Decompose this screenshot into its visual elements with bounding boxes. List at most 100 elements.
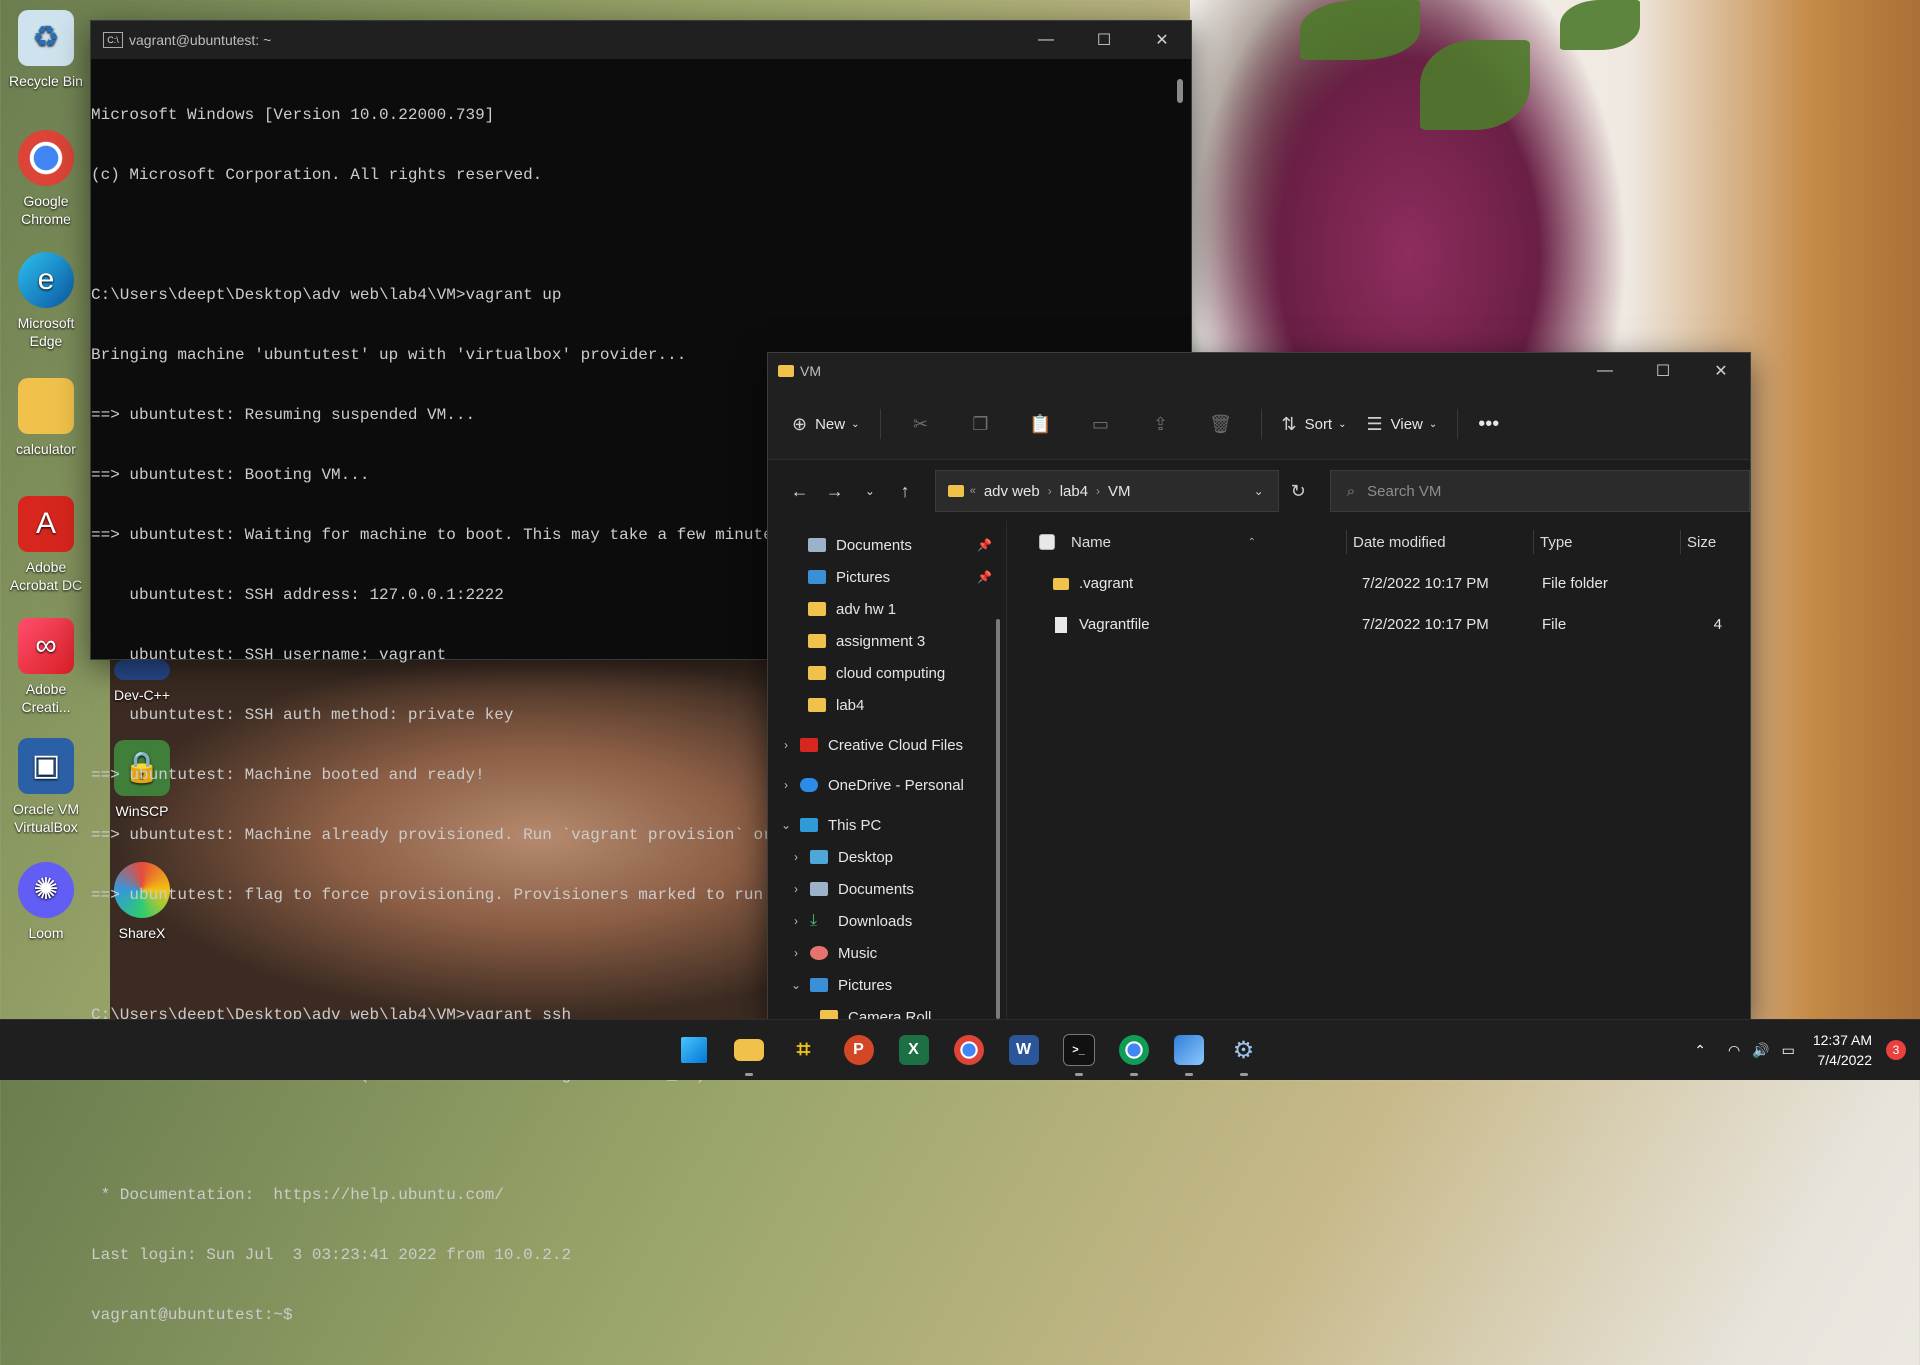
address-history-chevron-icon[interactable]: ⌄ — [1240, 484, 1278, 498]
desktop-icon-acrobat[interactable]: A Adobe Acrobat DC — [4, 496, 88, 594]
up-arrow-icon[interactable]: ↑ — [888, 481, 923, 502]
taskbar-word[interactable]: W — [996, 1028, 1051, 1072]
chevron-right-icon[interactable]: › — [1048, 484, 1052, 498]
volume-icon[interactable]: 🔊 — [1752, 1042, 1769, 1059]
nav-item-cloud-computing[interactable]: cloud computing — [768, 657, 1006, 689]
nav-item-desktop[interactable]: › Desktop — [768, 841, 1006, 873]
nav-item-assignment-3[interactable]: assignment 3 — [768, 625, 1006, 657]
taskbar-terminal[interactable]: >_ — [1051, 1028, 1106, 1076]
chevron-right-icon[interactable]: › — [786, 882, 806, 896]
running-indicator — [1184, 1073, 1193, 1076]
nav-item-pictures-pc[interactable]: ⌄ Pictures — [768, 969, 1006, 1001]
explorer-titlebar[interactable]: VM — ☐ ✕ — [768, 353, 1750, 389]
battery-icon[interactable]: ▭ — [1782, 1042, 1795, 1059]
documents-icon — [810, 882, 828, 896]
more-options-icon[interactable]: ••• — [1478, 413, 1499, 436]
maximize-button[interactable]: ☐ — [1634, 353, 1692, 389]
navigation-pane-scrollbar[interactable] — [996, 619, 1000, 1019]
desktop-icon-virtualbox[interactable]: ▣ Oracle VM VirtualBox — [4, 738, 88, 836]
nav-item-pictures[interactable]: Pictures 📌 — [768, 561, 1006, 593]
nav-item-this-pc[interactable]: ⌄ This PC — [768, 809, 1006, 841]
refresh-icon[interactable]: ↻ — [1279, 481, 1318, 502]
clock[interactable]: 12:37 AM 7/4/2022 — [1813, 1030, 1872, 1070]
chevron-down-icon[interactable]: ⌄ — [776, 818, 796, 832]
taskbar-file-explorer[interactable] — [721, 1028, 776, 1076]
creative-cloud-icon — [800, 738, 818, 752]
rename-icon[interactable]: ▭ — [1081, 414, 1121, 435]
sort-button[interactable]: ⇅ Sort ⌄ — [1282, 414, 1347, 435]
address-bar[interactable]: « adv web › lab4 › VM ⌄ — [934, 470, 1279, 512]
nav-item-creative-cloud-files[interactable]: › Creative Cloud Files — [768, 729, 1006, 761]
taskbar-chrome[interactable] — [941, 1028, 996, 1072]
chevron-right-icon[interactable]: › — [1096, 484, 1100, 498]
new-button[interactable]: ⊕ New ⌄ — [792, 414, 860, 435]
search-box[interactable]: ⌕ Search VM — [1329, 470, 1750, 512]
desktop-icon-recycle-bin[interactable]: ♻ Recycle Bin — [4, 10, 88, 90]
select-all-checkbox[interactable] — [1039, 534, 1055, 550]
forward-arrow-icon[interactable]: → — [817, 481, 852, 502]
close-button[interactable]: ✕ — [1692, 353, 1750, 389]
file-explorer-window[interactable]: VM — ☐ ✕ ⊕ New ⌄ ✂ ❐ 📋 ▭ ⇪ 🗑 ⇅ Sort ⌄ ☰ … — [767, 352, 1751, 1026]
pin-icon[interactable]: 📌 — [977, 538, 992, 552]
delete-icon[interactable]: 🗑 — [1201, 414, 1241, 435]
maximize-button[interactable]: ☐ — [1075, 21, 1133, 59]
taskbar-chrome-2[interactable] — [1106, 1028, 1161, 1076]
minimize-button[interactable]: — — [1017, 21, 1075, 59]
start-button[interactable] — [666, 1028, 721, 1072]
sort-ascending-icon: ⌃ — [1247, 536, 1256, 548]
file-row[interactable]: Vagrantfile 7/2/2022 10:17 PM File 4 — [1007, 604, 1750, 645]
view-button[interactable]: ☰ View ⌄ — [1367, 414, 1438, 435]
terminal-titlebar[interactable]: C:\ vagrant@ubuntutest: ~ — ☐ ✕ — [91, 21, 1191, 59]
breadcrumb-item[interactable]: lab4 — [1060, 483, 1088, 500]
desktop-icon-edge[interactable]: e Microsoft Edge — [4, 252, 88, 350]
desktop-icon-creative-cloud[interactable]: ∞ Adobe Creati... — [4, 618, 88, 716]
column-header-name[interactable]: Name ⌃ — [1071, 530, 1346, 554]
nav-item-lab4[interactable]: lab4 — [768, 689, 1006, 721]
paste-icon[interactable]: 📋 — [1021, 414, 1061, 435]
cut-icon[interactable]: ✂ — [901, 414, 941, 435]
show-hidden-icons-chevron-icon[interactable]: ⌃ — [1694, 1042, 1706, 1059]
close-button[interactable]: ✕ — [1133, 21, 1191, 59]
recent-locations-chevron-icon[interactable]: ⌄ — [852, 484, 887, 498]
chevron-right-icon[interactable]: › — [776, 738, 796, 752]
column-header-size[interactable]: Size — [1680, 530, 1727, 554]
nav-item-music[interactable]: › Music — [768, 937, 1006, 969]
chrome-icon — [953, 1035, 984, 1065]
breadcrumb-item[interactable]: VM — [1108, 483, 1131, 500]
nav-item-adv-hw-1[interactable]: adv hw 1 — [768, 593, 1006, 625]
minimize-button[interactable]: — — [1576, 353, 1634, 389]
chevron-right-icon[interactable]: › — [786, 914, 806, 928]
column-header-date-modified[interactable]: Date modified — [1346, 530, 1533, 554]
nav-item-downloads[interactable]: › ⤓ Downloads — [768, 905, 1006, 937]
chevron-right-icon[interactable]: › — [776, 778, 796, 792]
nav-item-documents[interactable]: Documents 📌 — [768, 529, 1006, 561]
folder-icon — [808, 666, 826, 680]
desktop-icon-loom[interactable]: ✺ Loom — [4, 862, 88, 942]
pin-icon[interactable]: 📌 — [977, 570, 992, 584]
notification-badge[interactable]: 3 — [1886, 1040, 1906, 1060]
breadcrumb-item[interactable]: adv web — [984, 483, 1040, 500]
desktop-icon-calculator[interactable]: calculator — [4, 378, 88, 458]
chevron-right-icon[interactable]: › — [786, 850, 806, 864]
taskbar-powerpoint[interactable]: P — [831, 1028, 886, 1072]
share-icon[interactable]: ⇪ — [1141, 414, 1181, 435]
taskbar-settings[interactable]: ⚙ — [1216, 1028, 1271, 1076]
chevron-down-icon[interactable]: ⌄ — [786, 978, 806, 992]
file-row[interactable]: .vagrant 7/2/2022 10:17 PM File folder — [1007, 563, 1750, 604]
taskbar-excel[interactable]: X — [886, 1028, 941, 1072]
back-arrow-icon[interactable]: ← — [782, 481, 817, 502]
folder-icon — [18, 378, 74, 434]
powerpoint-icon: P — [843, 1035, 874, 1065]
taskbar-photos[interactable] — [1161, 1028, 1216, 1076]
terminal-scrollbar[interactable] — [1177, 79, 1183, 103]
chevron-right-icon[interactable]: › — [786, 946, 806, 960]
desktop-icon-chrome[interactable]: Google Chrome — [4, 130, 88, 228]
column-header-type[interactable]: Type — [1533, 530, 1680, 554]
overflow-chevron-icon[interactable]: « — [970, 485, 976, 497]
wifi-icon[interactable]: ◠ — [1728, 1042, 1740, 1059]
copy-icon[interactable]: ❐ — [961, 414, 1001, 435]
taskbar-app-yellow[interactable]: ⌗ — [776, 1028, 831, 1072]
nav-item-documents-pc[interactable]: › Documents — [768, 873, 1006, 905]
nav-item-onedrive[interactable]: › OneDrive - Personal — [768, 769, 1006, 801]
